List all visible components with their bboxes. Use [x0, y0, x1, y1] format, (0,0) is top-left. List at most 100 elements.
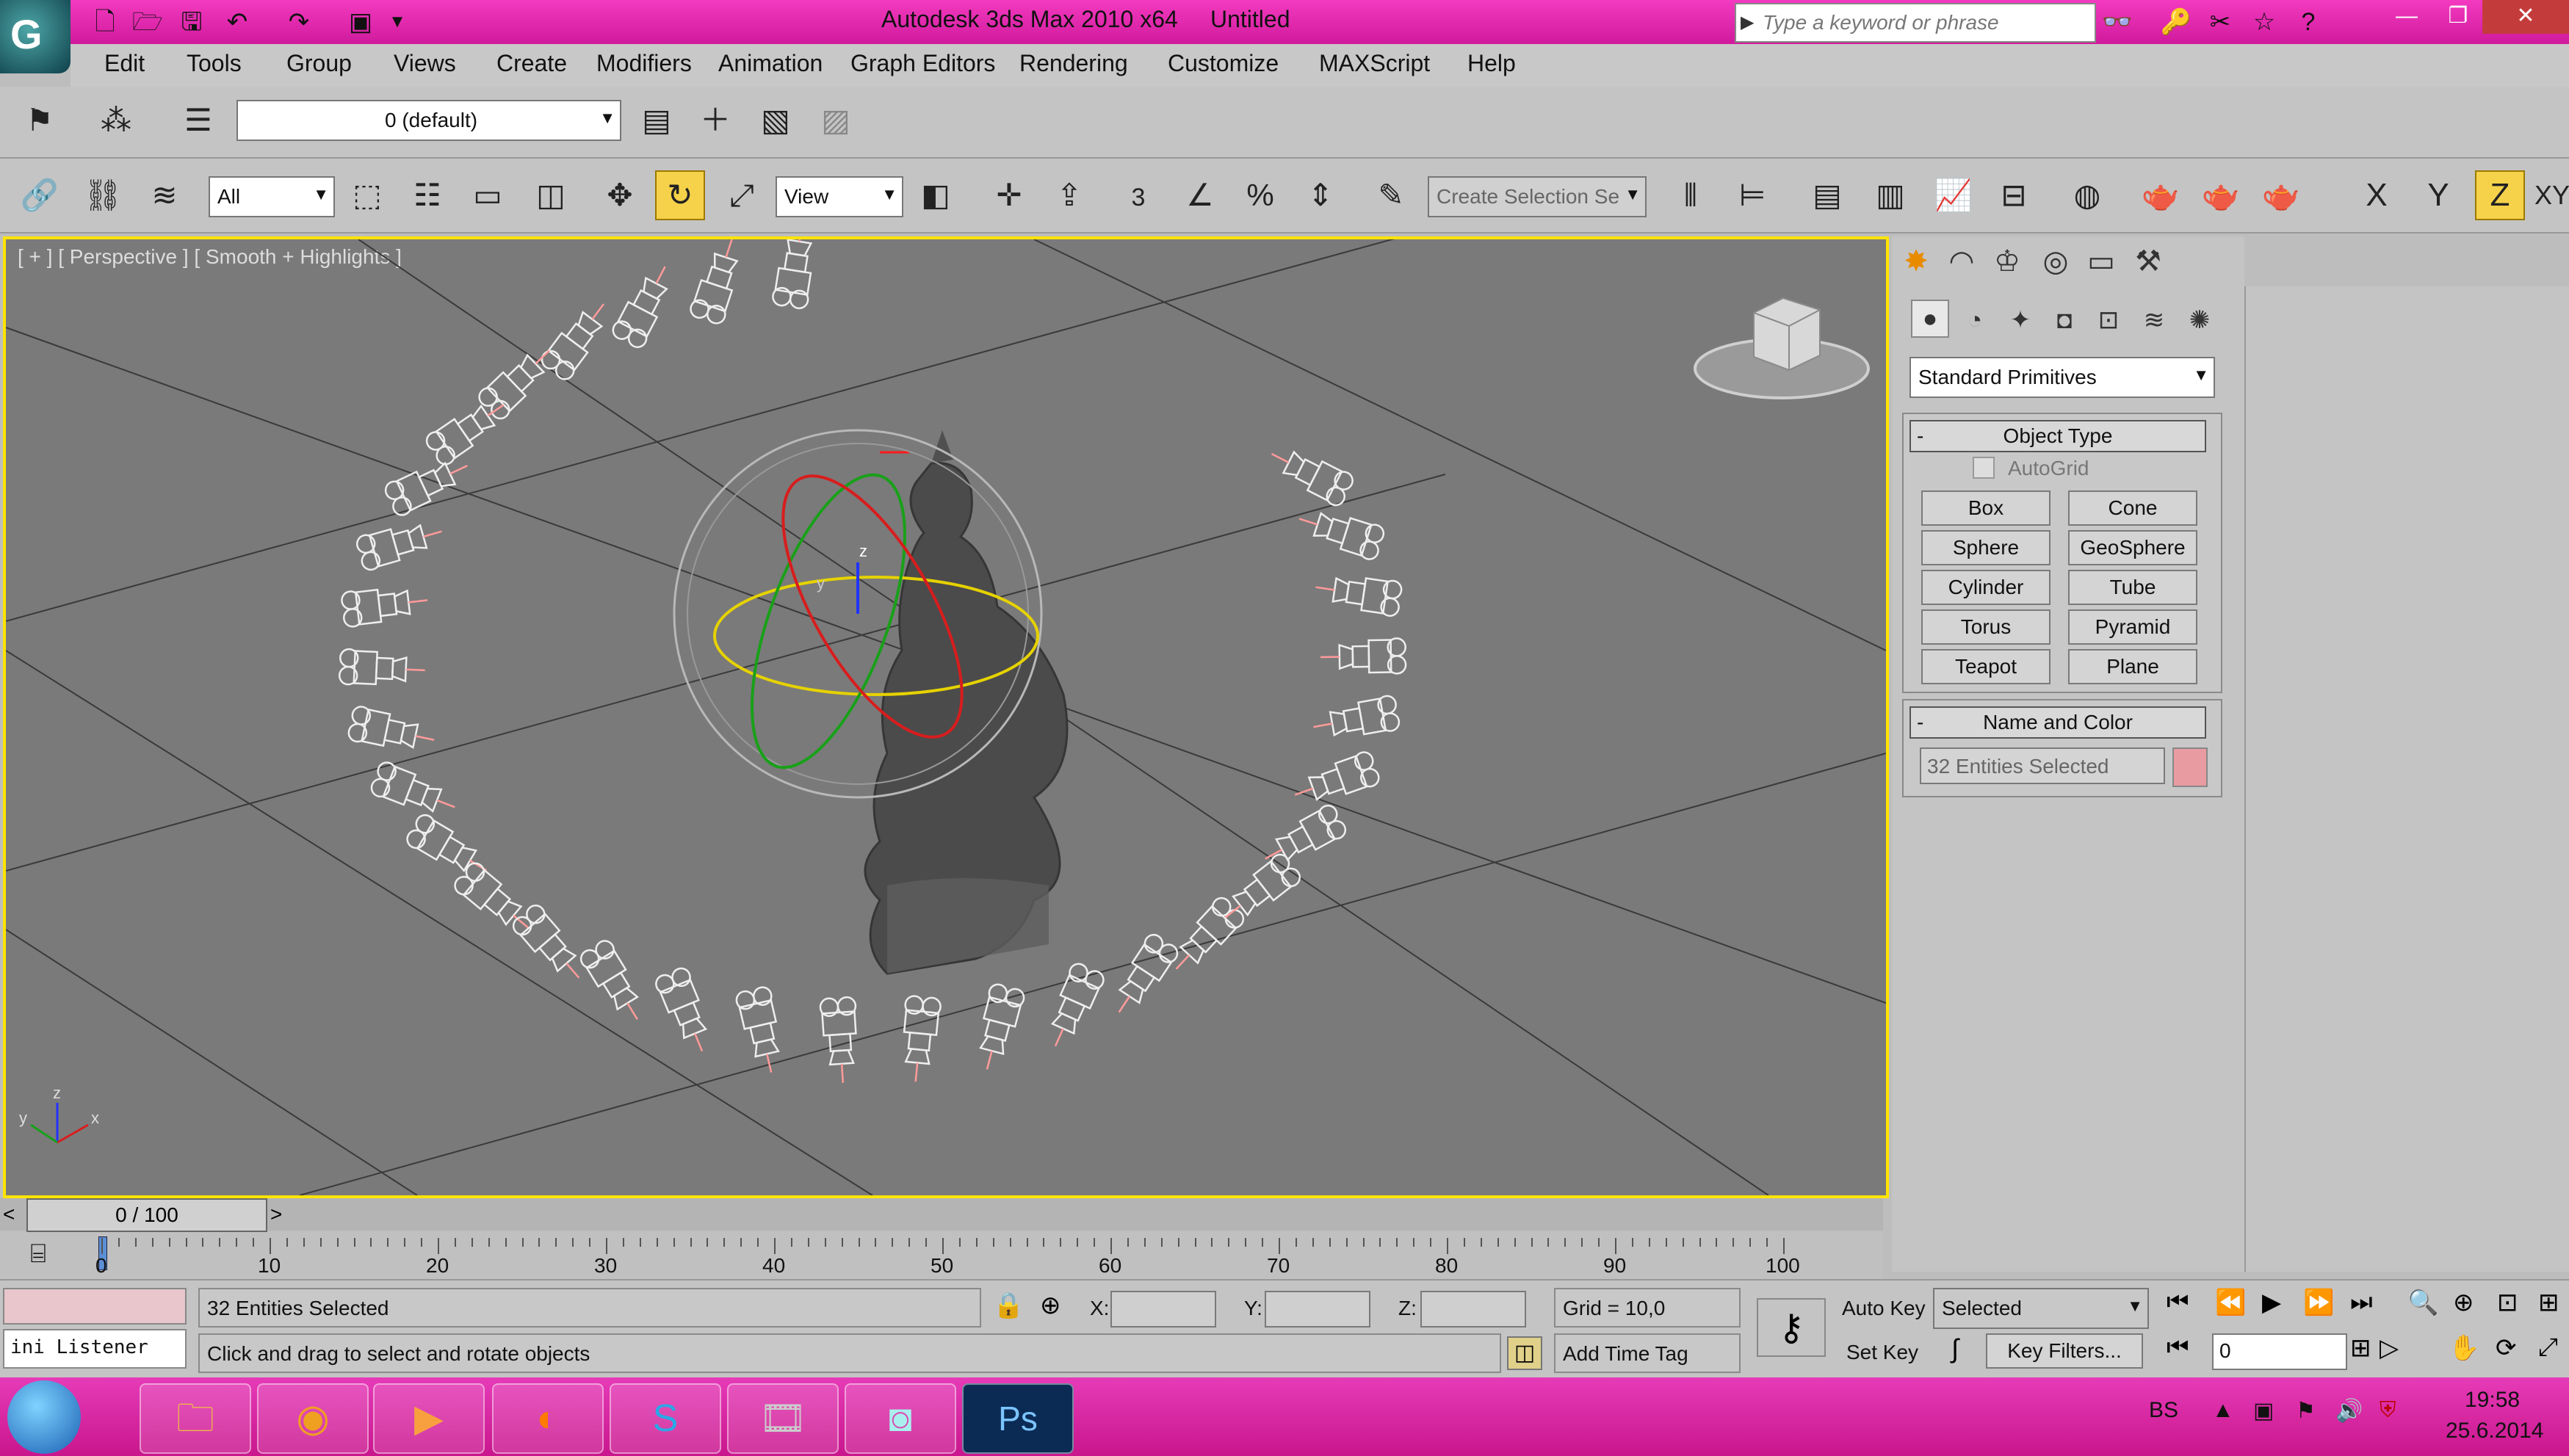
open-file-icon[interactable]: 🗁	[131, 6, 165, 38]
maxscript-mini-listener-pink[interactable]	[3, 1288, 187, 1325]
menu-customize[interactable]: Customize	[1168, 50, 1279, 77]
menu-tools[interactable]: Tools	[187, 50, 242, 77]
set-current-layer-icon[interactable]: ▨	[811, 95, 861, 145]
object-type-header[interactable]: - Object Type	[1909, 420, 2206, 452]
cone-button[interactable]: Cone	[2068, 490, 2197, 526]
x-coordinate-input[interactable]	[1110, 1291, 1216, 1328]
camera-object[interactable]	[355, 515, 447, 572]
camera-object[interactable]	[610, 258, 681, 350]
zoom-extents-all-icon[interactable]: ⊞	[2538, 1288, 2559, 1317]
box-button[interactable]: Box	[1921, 490, 2050, 526]
selection-lock-icon[interactable]: 🔒	[993, 1291, 1024, 1320]
project-folder-icon[interactable]: ▣	[344, 6, 377, 38]
camera-object[interactable]	[1320, 637, 1407, 675]
current-frame-input[interactable]: 0	[2212, 1333, 2347, 1370]
new-layer-icon[interactable]: ▤	[632, 95, 682, 145]
maximize-icon[interactable]: ❐	[2434, 0, 2482, 34]
rectangular-selection-icon[interactable]: ▭	[463, 170, 513, 220]
camera-object[interactable]	[578, 938, 653, 1029]
menu-maxscript[interactable]: MAXScript	[1319, 50, 1430, 77]
camera-object[interactable]	[772, 239, 820, 310]
axis-z-button[interactable]: Z	[2475, 170, 2525, 220]
camera-object[interactable]	[1105, 932, 1181, 1022]
communication-icon[interactable]: ✂	[2203, 6, 2237, 38]
camera-object[interactable]	[1310, 695, 1401, 745]
menu-help[interactable]: Help	[1467, 50, 1516, 77]
autogrid-checkbox[interactable]	[1973, 457, 1995, 479]
menu-edit[interactable]: Edit	[104, 50, 145, 77]
render-setup-icon[interactable]: 🫖	[2136, 170, 2186, 220]
utilities-tab-icon[interactable]: ⚒	[2128, 241, 2168, 282]
manipulate-icon[interactable]: ✛	[984, 170, 1034, 220]
selection-filter-dropdown[interactable]: All ▼	[209, 176, 335, 217]
named-selection-dropdown[interactable]: Create Selection Se ▼	[1428, 176, 1647, 217]
undo-icon[interactable]: ↶	[220, 6, 254, 38]
torus-button[interactable]: Torus	[1921, 609, 2050, 645]
start-button[interactable]	[7, 1380, 81, 1454]
camera-object[interactable]	[338, 648, 426, 688]
key-mode-dropdown[interactable]: Selected ▼	[1933, 1288, 2149, 1329]
go-to-start-icon[interactable]: ⏮	[2167, 1288, 2189, 1316]
camera-object[interactable]	[1039, 961, 1106, 1053]
align-icon[interactable]: ⊨	[1727, 170, 1777, 220]
y-coordinate-input[interactable]	[1265, 1291, 1370, 1328]
clock-date[interactable]: 25.6.2014	[2446, 1419, 2543, 1444]
slider-next-icon[interactable]: >	[270, 1203, 282, 1226]
menu-views[interactable]: Views	[394, 50, 456, 77]
time-tag-icon[interactable]: ◫	[1507, 1336, 1542, 1370]
play-icon[interactable]: ▶	[2262, 1288, 2281, 1317]
snaps-toggle-icon[interactable]: 3	[1113, 170, 1163, 220]
rotate-icon[interactable]: ↻	[655, 170, 705, 220]
camera-object[interactable]	[538, 294, 618, 383]
teapot-button[interactable]: Teapot	[1921, 649, 2050, 684]
timeline-config-icon[interactable]: ⌸	[16, 1238, 60, 1273]
qat-dropdown-icon[interactable]: ▼	[380, 6, 414, 38]
space-warps-icon[interactable]: ≋	[2134, 300, 2174, 341]
set-key-button[interactable]: Set Key	[1846, 1341, 1918, 1364]
unlink-icon[interactable]: ⛓	[78, 170, 128, 220]
previous-frame-icon[interactable]: ⏪	[2215, 1288, 2246, 1317]
favorites-star-icon[interactable]: ☆	[2247, 6, 2281, 38]
object-name-field[interactable]: 32 Entities Selected	[1920, 747, 2165, 784]
menu-animation[interactable]: Animation	[718, 50, 823, 77]
modify-tab-icon[interactable]: ◠	[1942, 241, 1981, 282]
material-editor-icon[interactable]: ◍	[2062, 170, 2112, 220]
zoom-all-icon[interactable]: ⊕	[2453, 1288, 2474, 1317]
menu-modifiers[interactable]: Modifiers	[596, 50, 692, 77]
movie-maker-taskbar-icon[interactable]: 🎞	[727, 1383, 839, 1454]
camera-object[interactable]	[347, 705, 438, 757]
z-coordinate-input[interactable]	[1420, 1291, 1526, 1328]
select-in-layer-icon[interactable]: ▧	[751, 95, 801, 145]
absolute-mode-icon[interactable]: ⊕	[1040, 1291, 1061, 1320]
motion-tab-icon[interactable]: ◎	[2036, 241, 2075, 282]
axis-xy-button[interactable]: XY	[2532, 170, 2569, 220]
search-expand-icon[interactable]: ▶	[1741, 12, 1754, 33]
camera-object[interactable]	[476, 338, 562, 422]
key-filters-button[interactable]: Key Filters...	[1986, 1333, 2143, 1369]
firefox-taskbar-icon[interactable]: ◐	[492, 1383, 604, 1454]
next-frame-icon[interactable]: ⏩	[2303, 1288, 2334, 1317]
skype-taskbar-icon[interactable]: S	[610, 1383, 721, 1454]
security-icon[interactable]: ⛨	[2380, 1398, 2396, 1423]
key-mode-toggle-icon[interactable]: ⏮	[2167, 1333, 2189, 1362]
language-indicator[interactable]: BS	[2149, 1398, 2178, 1423]
redo-icon[interactable]: ↷	[282, 6, 316, 38]
photoshop-taskbar-icon[interactable]: Ps	[962, 1383, 1074, 1454]
layer-dropdown[interactable]: 0 (default) ▼	[236, 100, 621, 141]
curve-editor-icon[interactable]: 📈	[1929, 170, 1979, 220]
camera-object[interactable]	[1289, 750, 1381, 811]
angle-snap-icon[interactable]: ∠	[1175, 170, 1225, 220]
new-file-icon[interactable]: 🗋	[88, 6, 122, 38]
time-configuration-icon[interactable]: ⊞	[2350, 1333, 2371, 1363]
rendered-frame-icon[interactable]: 🫖	[2196, 170, 2246, 220]
maximize-viewport-icon[interactable]: ⤢	[2538, 1333, 2558, 1362]
camera-object[interactable]	[369, 760, 461, 824]
bind-space-warp-icon[interactable]: ≋	[140, 170, 189, 220]
cameras-icon[interactable]: ◘	[2045, 300, 2084, 341]
tray-expand-icon[interactable]: ▲	[2212, 1398, 2234, 1423]
zoom-icon[interactable]: 🔍	[2407, 1288, 2438, 1317]
add-to-layer-icon[interactable]: ＋	[690, 95, 740, 145]
camera-object[interactable]	[734, 985, 788, 1076]
mirror-icon[interactable]: ⫴	[1666, 170, 1716, 220]
keyboard-shortcut-icon[interactable]: ⇪	[1044, 170, 1094, 220]
